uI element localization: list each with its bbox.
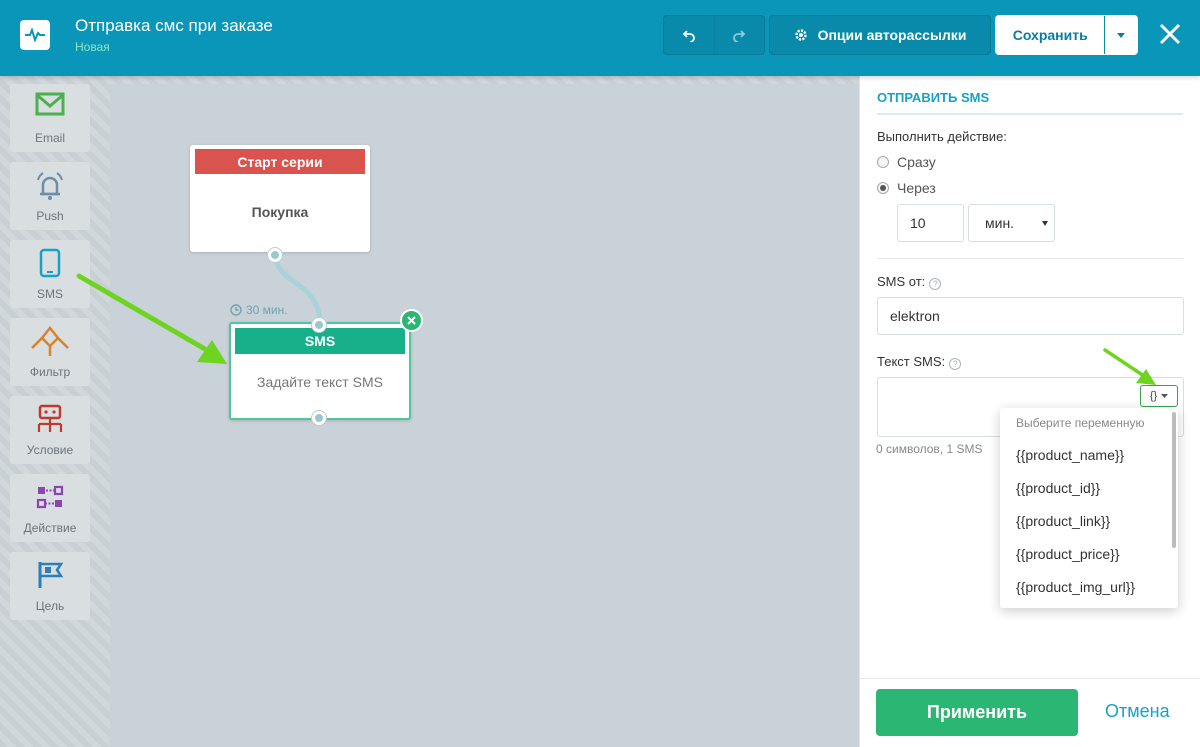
undo-icon (682, 30, 695, 42)
sms-from-input[interactable]: elektron (877, 297, 1184, 335)
undo-redo-group (663, 15, 765, 55)
delay-label: 30 мин. (230, 303, 288, 317)
variable-item[interactable]: {{product_link}} (1000, 504, 1178, 537)
radio-label: Через (897, 180, 936, 196)
braces-icon: {} (1149, 390, 1158, 402)
save-dropdown-button[interactable] (1104, 16, 1137, 54)
start-node-trigger: Покупка (251, 204, 309, 220)
sms-output-port[interactable] (312, 411, 326, 425)
tool-action[interactable]: Действие (10, 474, 90, 542)
close-icon (1159, 23, 1181, 45)
sms-input-port[interactable] (312, 318, 326, 332)
redo-icon (733, 30, 746, 42)
radio-after[interactable]: Через (877, 180, 936, 196)
start-node[interactable]: Старт серии Покупка (190, 145, 370, 252)
clock-icon (230, 304, 242, 316)
execute-label: Выполнить действие: (877, 129, 1007, 144)
bell-icon (37, 172, 63, 200)
title-divider (877, 113, 1183, 115)
tool-filter[interactable]: Фильтр (10, 318, 90, 386)
gear-icon (794, 29, 807, 41)
save-button[interactable]: Сохранить (996, 16, 1104, 54)
dropdown-header: Выберите переменную (1016, 416, 1145, 430)
sms-text-label-text: Текст SMS: (877, 354, 946, 369)
insert-variable-button[interactable]: {} (1140, 385, 1178, 407)
condition-icon (37, 404, 63, 432)
undo-button[interactable] (664, 16, 714, 54)
tool-email[interactable]: Email (10, 84, 90, 152)
start-output-port[interactable] (268, 248, 282, 262)
divider (877, 258, 1183, 259)
save-split-button: Сохранить (995, 15, 1138, 55)
delay-text: 30 мин. (246, 303, 288, 317)
tool-label: Цель (35, 599, 65, 613)
flag-icon (38, 562, 64, 588)
tool-label: Условие (26, 443, 74, 457)
radio-button-checked[interactable] (877, 182, 889, 194)
panel-title: ОТПРАВИТЬ SMS (877, 90, 990, 105)
tool-goal[interactable]: Цель (10, 552, 90, 620)
radio-label: Сразу (897, 154, 936, 170)
caret-down-icon (1042, 220, 1048, 226)
sms-counter: 0 символов, 1 SMS (876, 442, 983, 456)
sms-text-label: Текст SMS:? (877, 354, 962, 370)
cancel-link[interactable]: Отмена (1105, 701, 1170, 722)
help-icon[interactable]: ? (929, 278, 942, 290)
pulse-logo-icon[interactable] (20, 20, 50, 50)
tool-label: Действие (23, 521, 77, 535)
close-icon (407, 316, 416, 325)
delay-unit-value: мин. (985, 215, 1015, 231)
tool-label: Фильтр (29, 365, 71, 379)
filter-icon (31, 326, 69, 356)
delay-unit-select[interactable]: мин. (968, 204, 1055, 242)
sms-node-body: Задайте текст SMS (257, 374, 383, 390)
action-icon (36, 485, 64, 509)
tool-label: Email (34, 131, 65, 145)
close-button[interactable] (1153, 17, 1187, 51)
tool-label: Push (36, 209, 64, 223)
phone-icon (39, 248, 61, 278)
tool-push[interactable]: Push (10, 162, 90, 230)
sms-node[interactable]: SMS Задайте текст SMS (229, 322, 411, 420)
options-label: Опции авторассылки (817, 27, 967, 43)
status-label: Новая (75, 40, 110, 54)
variable-item[interactable]: {{product_id}} (1000, 471, 1178, 504)
caret-down-icon (1117, 32, 1126, 38)
envelope-icon (35, 92, 65, 116)
page-title: Отправка смс при заказе (75, 16, 273, 35)
variable-item[interactable]: {{product_img_url}} (1000, 570, 1178, 603)
footer-divider (859, 678, 1200, 679)
dropdown-scrollbar[interactable] (1172, 412, 1176, 548)
sms-from-label-text: SMS от: (877, 274, 926, 289)
start-node-header: Старт серии (195, 149, 365, 174)
tool-condition[interactable]: Условие (10, 396, 90, 464)
tool-sms[interactable]: SMS (10, 240, 90, 308)
top-bar: Отправка смс при заказе Новая Опции авто… (0, 0, 1200, 76)
sms-from-label: SMS от:? (877, 274, 942, 290)
radio-immediate[interactable]: Сразу (877, 154, 936, 170)
delete-node-button[interactable] (400, 309, 423, 332)
variables-dropdown: Выберите переменную {{product_name}} {{p… (1000, 408, 1178, 608)
tool-label: SMS (36, 287, 63, 301)
caret-down-icon (1161, 394, 1169, 398)
canvas-edge (100, 76, 859, 84)
help-icon[interactable]: ? (949, 358, 962, 370)
apply-button[interactable]: Применить (876, 689, 1078, 736)
delay-value-input[interactable]: 10 (897, 204, 964, 242)
redo-button[interactable] (713, 16, 764, 54)
radio-button[interactable] (877, 156, 889, 168)
variable-item[interactable]: {{product_name}} (1000, 438, 1178, 471)
autoresponder-options-button[interactable]: Опции авторассылки (769, 15, 991, 55)
variable-item[interactable]: {{product_price}} (1000, 537, 1178, 570)
